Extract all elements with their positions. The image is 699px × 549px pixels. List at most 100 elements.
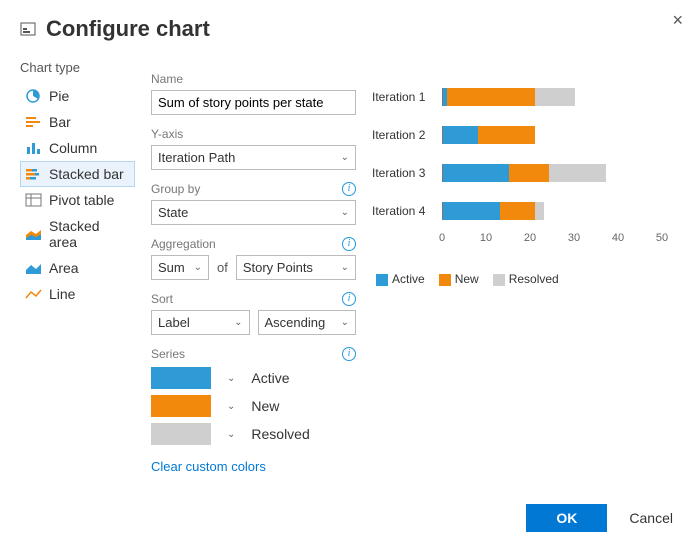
sort-field-value: Label (158, 315, 190, 330)
bar-segment (500, 202, 535, 220)
chart-bar-row: Iteration 3 (372, 164, 679, 182)
chart-type-icon (25, 141, 43, 155)
info-icon[interactable]: i (342, 182, 356, 196)
chart-preview: Iteration 1 Iteration 2 Iteration 3 Iterati… (372, 60, 679, 286)
chevron-down-icon[interactable]: ⌄ (227, 373, 235, 384)
chevron-down-icon: ⌄ (194, 262, 202, 273)
bar-segment (443, 202, 500, 220)
yaxis-label: Y-axis (151, 127, 183, 141)
bar-segment (509, 164, 549, 182)
chart-type-pivot-table[interactable]: Pivot table (20, 187, 135, 213)
chart-type-label: Area (49, 260, 79, 276)
chart-bar-row: Iteration 2 (372, 126, 679, 144)
axis-tick: 10 (480, 232, 492, 244)
legend-item: New (439, 272, 479, 286)
chart-type-icon (25, 261, 43, 275)
close-icon[interactable]: × (672, 10, 683, 31)
legend-swatch (376, 274, 388, 286)
chevron-down-icon: ⌄ (341, 152, 349, 163)
bar-segment (443, 164, 509, 182)
series-name: Active (251, 370, 289, 386)
chevron-down-icon: ⌄ (341, 207, 349, 218)
bar-segment (443, 126, 478, 144)
yaxis-select[interactable]: Iteration Path ⌄ (151, 145, 356, 170)
chart-type-pie[interactable]: Pie (20, 83, 135, 109)
legend-swatch (439, 274, 451, 286)
chart-type-heading: Chart type (20, 60, 135, 75)
sort-dir-value: Ascending (265, 315, 326, 330)
chart-bar-row: Iteration 4 (372, 202, 679, 220)
series-label: Series (151, 347, 185, 361)
chart-type-icon (25, 167, 43, 181)
bar-segment (478, 126, 535, 144)
chart-type-label: Column (49, 140, 97, 156)
chart-bar-row: Iteration 1 (372, 88, 679, 106)
sort-dir-select[interactable]: Ascending ⌄ (258, 310, 357, 335)
series-color-swatch[interactable] (151, 395, 211, 417)
series-row: ⌄ Active (151, 367, 356, 389)
axis-tick: 40 (612, 232, 624, 244)
bar-segment (447, 88, 535, 106)
chart-type-area[interactable]: Area (20, 255, 135, 281)
info-icon[interactable]: i (342, 237, 356, 251)
chart-type-label: Line (49, 286, 75, 302)
series-row: ⌄ New (151, 395, 356, 417)
yaxis-value: Iteration Path (158, 150, 235, 165)
legend-item: Resolved (493, 272, 559, 286)
bar-category-label: Iteration 2 (372, 128, 442, 142)
chart-type-bar[interactable]: Bar (20, 109, 135, 135)
group-value: State (158, 205, 188, 220)
name-label: Name (151, 72, 183, 86)
cancel-button[interactable]: Cancel (623, 509, 679, 527)
chevron-down-icon[interactable]: ⌄ (227, 429, 235, 440)
info-icon[interactable]: i (342, 292, 356, 306)
dialog-title: Configure chart (46, 16, 210, 42)
legend-swatch (493, 274, 505, 286)
group-select[interactable]: State ⌄ (151, 200, 356, 225)
chart-type-line[interactable]: Line (20, 281, 135, 307)
chart-type-icon (25, 89, 43, 103)
ok-button[interactable]: OK (526, 504, 607, 532)
chevron-down-icon: ⌄ (234, 317, 242, 328)
chart-type-stacked-area[interactable]: Stacked area (20, 213, 135, 255)
bar-segment (535, 88, 575, 106)
chart-type-label: Stacked bar (49, 166, 124, 182)
series-name: New (251, 398, 279, 414)
chart-type-icon (25, 115, 43, 129)
bar-segment (549, 164, 606, 182)
axis-tick: 50 (656, 232, 668, 244)
agg-label: Aggregation (151, 237, 216, 251)
axis-tick: 30 (568, 232, 580, 244)
chart-type-label: Pie (49, 88, 69, 104)
chart-type-label: Bar (49, 114, 71, 130)
info-icon[interactable]: i (342, 347, 356, 361)
axis-tick: 20 (524, 232, 536, 244)
sort-field-select[interactable]: Label ⌄ (151, 310, 250, 335)
chevron-down-icon[interactable]: ⌄ (227, 401, 235, 412)
chart-type-icon (25, 287, 43, 301)
chevron-down-icon: ⌄ (341, 262, 349, 273)
agg-of-label: of (217, 260, 228, 275)
chevron-down-icon: ⌄ (341, 317, 349, 328)
chart-type-icon (25, 227, 43, 241)
agg-field-value: Story Points (243, 260, 313, 275)
agg-func-select[interactable]: Sum ⌄ (151, 255, 209, 280)
axis-tick: 0 (439, 232, 445, 244)
chart-config-icon (20, 22, 38, 36)
chart-type-stacked-bar[interactable]: Stacked bar (20, 161, 135, 187)
legend-item: Active (376, 272, 425, 286)
agg-func-value: Sum (158, 260, 185, 275)
series-color-swatch[interactable] (151, 367, 211, 389)
chart-type-column[interactable]: Column (20, 135, 135, 161)
bar-category-label: Iteration 1 (372, 90, 442, 104)
bar-category-label: Iteration 3 (372, 166, 442, 180)
bar-segment (535, 202, 544, 220)
chart-type-label: Stacked area (49, 218, 130, 250)
series-color-swatch[interactable] (151, 423, 211, 445)
sort-label: Sort (151, 292, 173, 306)
series-name: Resolved (251, 426, 309, 442)
agg-field-select[interactable]: Story Points ⌄ (236, 255, 356, 280)
name-input[interactable] (151, 90, 356, 115)
clear-colors-link[interactable]: Clear custom colors (151, 459, 266, 474)
group-label: Group by (151, 182, 200, 196)
